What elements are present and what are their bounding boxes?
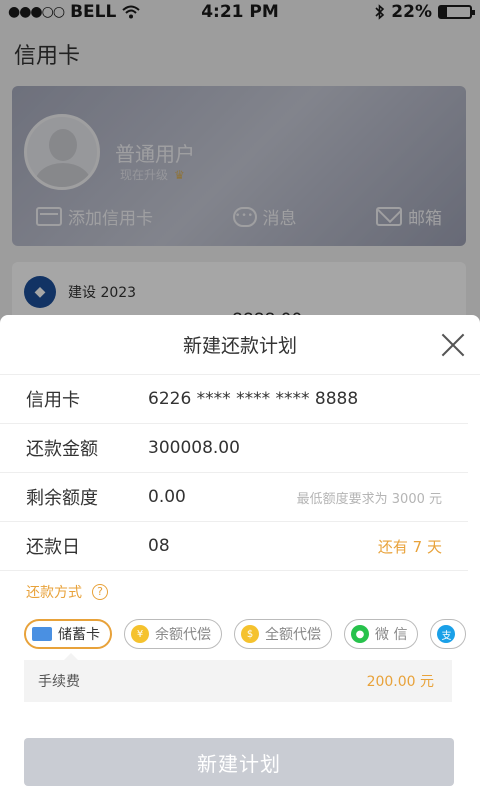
signal-icon: ●●●○○ <box>8 4 65 20</box>
bag-icon: $ <box>241 625 259 643</box>
wifi-icon <box>122 5 141 19</box>
minimum-limit-hint: 最低额度要求为 3000 元 <box>296 491 442 507</box>
create-plan-button[interactable]: 新建计划 <box>24 738 454 786</box>
method-label: 余额代偿 <box>155 627 211 643</box>
remaining-limit-value: 0.00 <box>148 487 186 507</box>
sheet-title: 新建还款计划 <box>182 335 297 357</box>
repay-day-row[interactable]: 还款日 08 还有 7 天 <box>0 522 468 571</box>
close-icon[interactable] <box>438 330 468 360</box>
method-label: 全额代偿 <box>265 627 321 643</box>
method-label: 储蓄卡 <box>58 627 100 643</box>
repay-day-label: 还款日 <box>26 537 80 558</box>
wechat-icon: ● <box>351 625 369 643</box>
fee-label: 手续费 <box>38 674 80 690</box>
method-alipay[interactable]: 支 <box>430 619 467 649</box>
battery-percent: 22% <box>391 2 432 22</box>
bluetooth-icon <box>375 4 385 20</box>
payment-method-title: 还款方式 ? <box>0 571 480 613</box>
method-wechat[interactable]: ● 微 信 <box>344 619 419 649</box>
battery-icon <box>438 5 475 19</box>
card-icon <box>32 627 52 641</box>
alipay-icon: 支 <box>437 625 456 643</box>
remaining-limit-label: 剩余额度 <box>26 488 98 509</box>
repay-amount-value: 300008.00 <box>148 438 240 458</box>
new-repayment-plan-sheet: 新建还款计划 信用卡 6226 **** **** **** 8888 还款金额… <box>0 315 480 800</box>
status-bar: ●●●○○ BELL 4:21 PM 22% <box>0 0 480 24</box>
remaining-limit-row[interactable]: 剩余额度 0.00 最低额度要求为 3000 元 <box>0 473 468 522</box>
method-debit-card[interactable]: 储蓄卡 <box>24 619 112 649</box>
status-left: ●●●○○ BELL <box>8 2 141 22</box>
credit-card-value: 6226 **** **** **** 8888 <box>148 389 359 409</box>
repay-amount-row[interactable]: 还款金额 300008.00 <box>0 424 468 473</box>
help-icon[interactable]: ? <box>92 584 108 600</box>
credit-card-label: 信用卡 <box>26 390 80 411</box>
method-balance-compensation[interactable]: ¥ 余额代偿 <box>124 619 222 649</box>
payment-methods: 储蓄卡 ¥ 余额代偿 $ 全额代偿 ● 微 信 支 <box>0 613 480 655</box>
sheet-header: 新建还款计划 <box>0 315 480 375</box>
method-label: 微 信 <box>375 627 408 643</box>
repay-amount-label: 还款金额 <box>26 439 98 460</box>
status-right: 22% <box>375 2 475 22</box>
payment-method-label: 还款方式 <box>26 585 82 601</box>
carrier-name: BELL <box>70 2 117 22</box>
days-remaining-hint: 还有 7 天 <box>377 537 442 556</box>
fee-value: 200.00 元 <box>366 674 434 690</box>
fee-box: 手续费 200.00 元 <box>24 653 452 702</box>
coin-icon: ¥ <box>131 625 149 643</box>
credit-card-row[interactable]: 信用卡 6226 **** **** **** 8888 <box>0 375 468 424</box>
method-full-compensation[interactable]: $ 全额代偿 <box>234 619 332 649</box>
repay-day-value: 08 <box>148 536 170 556</box>
battery-level <box>440 7 447 17</box>
